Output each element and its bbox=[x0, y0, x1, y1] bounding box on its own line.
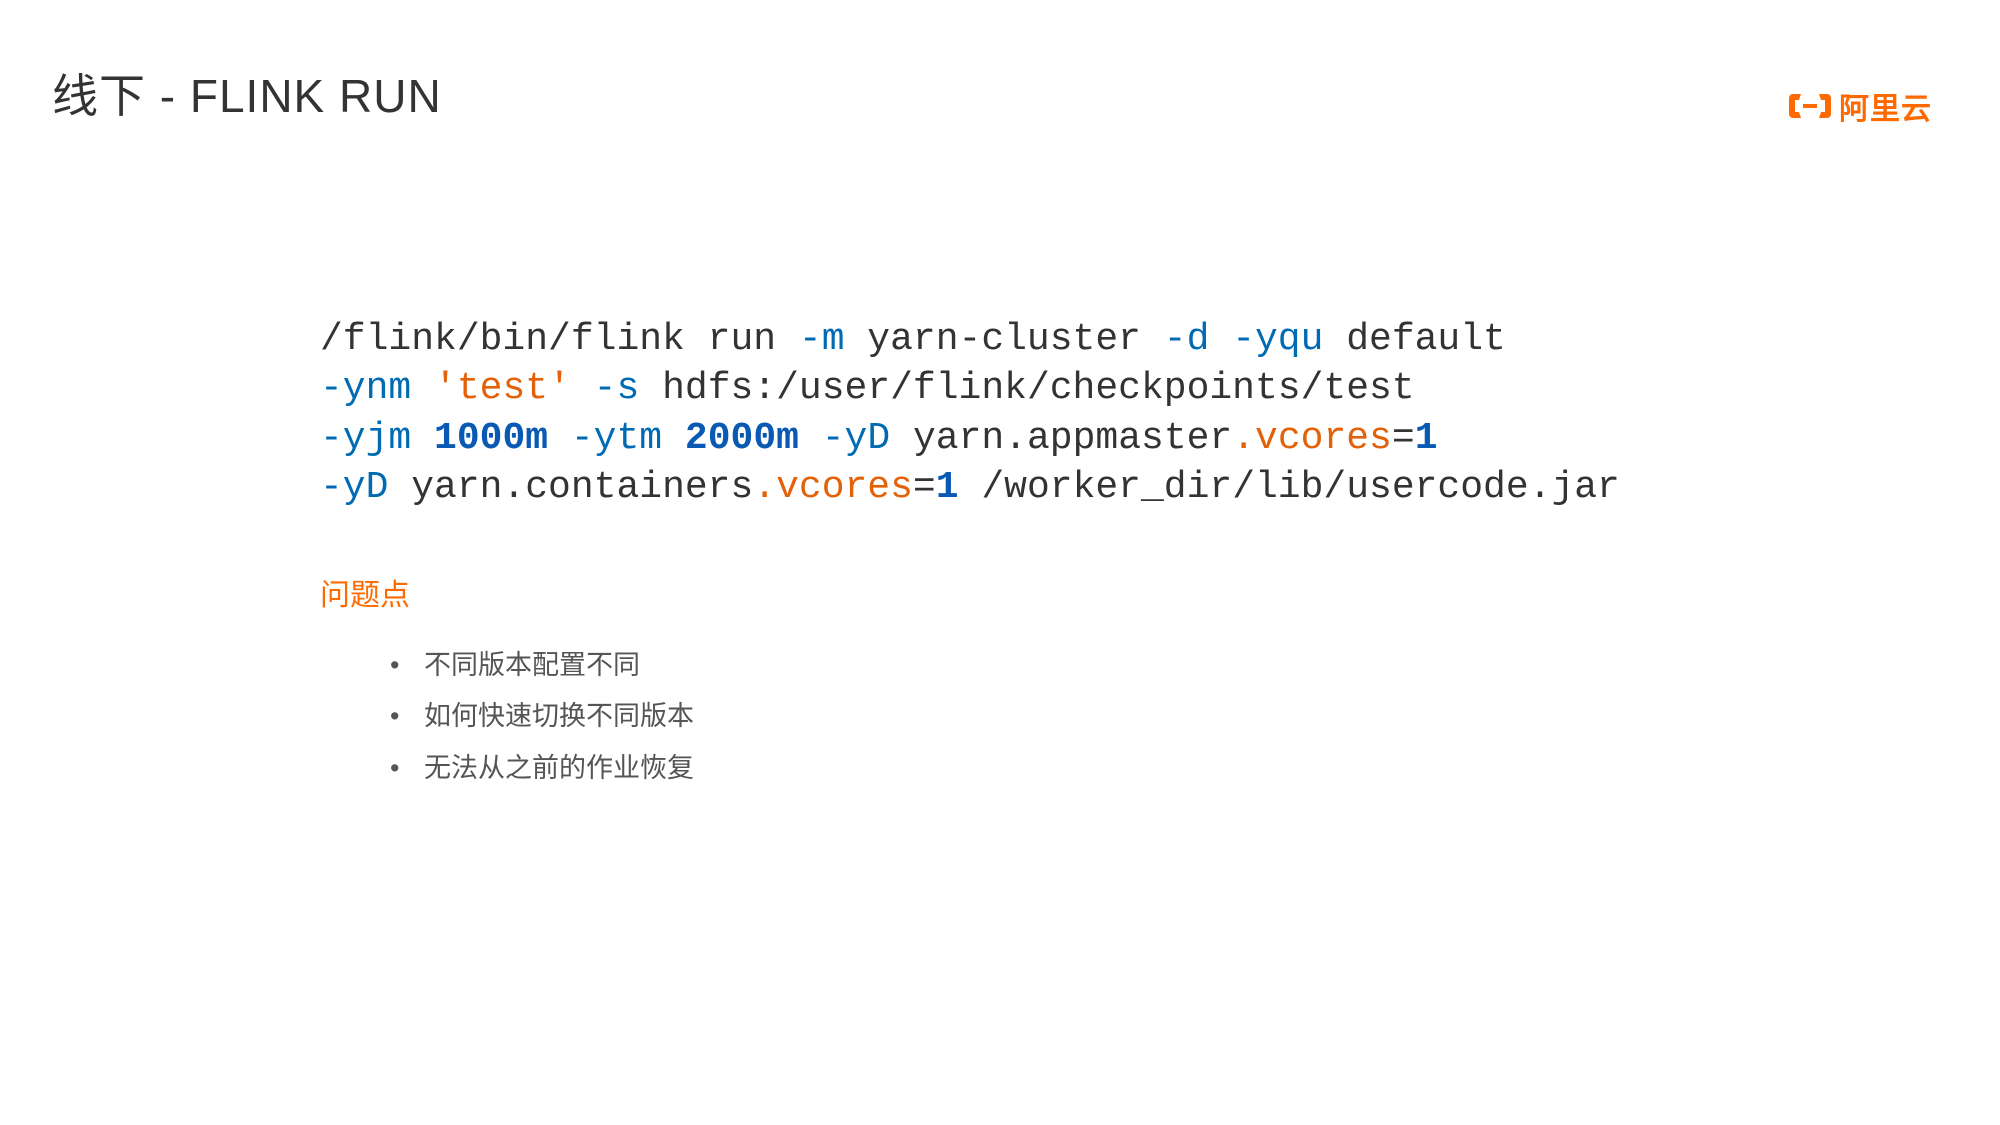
code-l2-sp2 bbox=[571, 367, 594, 410]
code-l4-eq: = bbox=[913, 466, 936, 509]
list-item: 不同版本配置不同 bbox=[390, 640, 694, 691]
list-item: 无法从之前的作业恢复 bbox=[390, 743, 694, 794]
code-l1-sp1 bbox=[1209, 318, 1232, 361]
page-title: 线下 - FLINK RUN bbox=[52, 60, 442, 126]
code-l3-yd: -yD bbox=[822, 417, 890, 460]
alibaba-cloud-icon bbox=[1789, 91, 1831, 121]
issues-list: 不同版本配置不同 如何快速切换不同版本 无法从之前的作业恢复 bbox=[390, 640, 694, 794]
code-l4-rest: /worker_dir/lib/usercode.jar bbox=[959, 466, 1620, 509]
code-l2-ynm: -ynm bbox=[320, 367, 411, 410]
code-l3-n2: 2000m bbox=[685, 417, 799, 460]
code-l1-a: /flink/bin/flink run bbox=[320, 318, 799, 361]
code-l3-sp1 bbox=[411, 417, 434, 460]
code-l3-sp3 bbox=[662, 417, 685, 460]
code-l2-str: 'test' bbox=[434, 367, 571, 410]
code-l1-c: default bbox=[1323, 318, 1505, 361]
code-l4-sp1: yarn.containers bbox=[388, 466, 753, 509]
code-l3-n1: 1000m bbox=[434, 417, 548, 460]
code-l3-eq: = bbox=[1392, 417, 1415, 460]
code-l4-v: 1 bbox=[936, 466, 959, 509]
code-l1-d: -d bbox=[1164, 318, 1210, 361]
code-block: /flink/bin/flink run -m yarn-cluster -d … bbox=[320, 315, 1620, 513]
code-l3-sp2 bbox=[548, 417, 571, 460]
code-l2-s: -s bbox=[594, 367, 640, 410]
code-l3-sp4 bbox=[799, 417, 822, 460]
code-l3-sp5: yarn.appmaster bbox=[890, 417, 1232, 460]
brand-text: 阿里云 bbox=[1839, 84, 1932, 128]
code-l1-yqu: -yqu bbox=[1232, 318, 1323, 361]
code-l3-yjm: -yjm bbox=[320, 417, 411, 460]
code-l2-rest: hdfs:/user/flink/checkpoints/test bbox=[639, 367, 1414, 410]
code-l3-dot: .vcores bbox=[1232, 417, 1392, 460]
list-item: 如何快速切换不同版本 bbox=[390, 691, 694, 742]
code-l3-ytm: -ytm bbox=[571, 417, 662, 460]
code-l1-m: -m bbox=[799, 318, 845, 361]
slide: 线下 - FLINK RUN 阿里云 /flink/bin/flink run … bbox=[0, 0, 2000, 1125]
code-l4-dot: .vcores bbox=[753, 466, 913, 509]
issues-heading: 问题点 bbox=[320, 570, 410, 614]
code-l3-v: 1 bbox=[1415, 417, 1438, 460]
code-l2-sp bbox=[411, 367, 434, 410]
brand-logo: 阿里云 bbox=[1789, 84, 1932, 128]
code-l1-b: yarn-cluster bbox=[845, 318, 1164, 361]
code-l4-yd: -yD bbox=[320, 466, 388, 509]
